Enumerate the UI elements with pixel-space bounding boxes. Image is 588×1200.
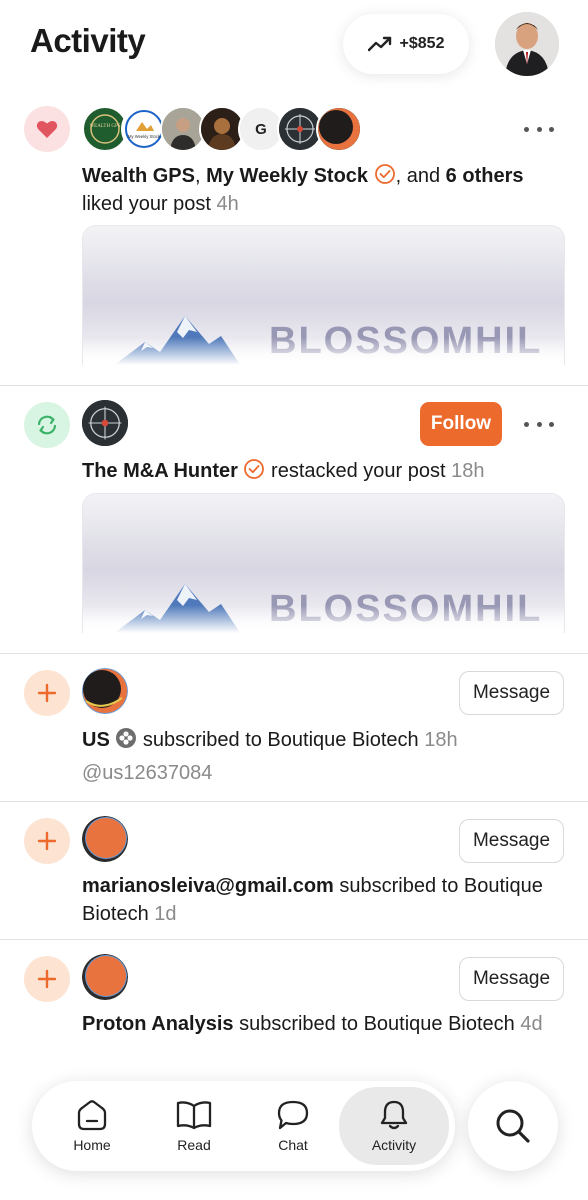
actor-name[interactable]: The M&A Hunter bbox=[82, 460, 238, 482]
profile-avatar[interactable] bbox=[495, 12, 559, 76]
avatar-default-orange[interactable] bbox=[82, 954, 128, 1000]
heart-icon bbox=[24, 106, 70, 152]
actor-name[interactable]: My Weekly Stock bbox=[206, 165, 368, 187]
page-title: Activity bbox=[30, 22, 146, 59]
subscriber-avatar bbox=[82, 816, 128, 862]
timestamp: 18h bbox=[424, 729, 458, 751]
more-options-icon[interactable] bbox=[524, 121, 554, 137]
actor-name[interactable]: US bbox=[82, 729, 110, 751]
action-text: subscribed to Boutique Biotech bbox=[233, 1013, 521, 1035]
restack-icon bbox=[24, 402, 70, 448]
avatar-text: G bbox=[255, 121, 267, 138]
actor-name[interactable]: Proton Analysis bbox=[82, 1013, 234, 1035]
trending-up-icon bbox=[367, 36, 391, 52]
header: Activity +$852 bbox=[0, 0, 588, 90]
more-options-icon[interactable] bbox=[524, 416, 554, 432]
chat-icon bbox=[277, 1100, 309, 1130]
plus-icon bbox=[24, 956, 70, 1002]
message-button[interactable]: Message bbox=[459, 671, 564, 715]
activity-text: Wealth GPS, My Weekly Stock , and 6 othe… bbox=[82, 162, 562, 218]
activity-item-restack[interactable]: Follow The M&A Hunter restacked your pos… bbox=[0, 386, 588, 654]
liker-avatars: WEALTH GPS My Weekly Stock G bbox=[82, 106, 362, 152]
avatar-text: My Weekly Stock bbox=[128, 134, 161, 139]
restacker-avatar bbox=[82, 400, 128, 446]
follow-button[interactable]: Follow bbox=[420, 402, 502, 446]
nav-chat[interactable]: Chat bbox=[251, 1087, 335, 1165]
verified-icon bbox=[244, 459, 265, 479]
nav-read[interactable]: Read bbox=[152, 1087, 236, 1165]
message-button[interactable]: Message bbox=[459, 957, 564, 1001]
activity-item-subscribe[interactable]: Message marianosleiva@gmail.com subscrib… bbox=[0, 802, 588, 940]
timestamp: 18h bbox=[451, 460, 485, 482]
avatar-us[interactable] bbox=[82, 668, 128, 714]
avatar-text: WEALTH GPS bbox=[89, 124, 120, 129]
message-button[interactable]: Message bbox=[459, 819, 564, 863]
actor-name[interactable]: marianosleiva@gmail.com bbox=[82, 875, 334, 897]
flower-badge-icon bbox=[116, 728, 137, 748]
subscriber-avatar bbox=[82, 668, 128, 714]
plus-icon bbox=[24, 818, 70, 864]
nav-read-label: Read bbox=[177, 1137, 211, 1153]
profile-photo bbox=[495, 12, 559, 76]
activity-text: Proton Analysis subscribed to Boutique B… bbox=[82, 1010, 562, 1038]
action-text: restacked your post bbox=[265, 460, 452, 482]
action-text: liked your post bbox=[82, 193, 217, 215]
book-icon bbox=[176, 1101, 212, 1130]
actor-name[interactable]: Wealth GPS bbox=[82, 165, 195, 187]
avatar-default-orange[interactable] bbox=[82, 816, 128, 862]
search-button[interactable] bbox=[468, 1081, 558, 1171]
subscriber-avatar bbox=[82, 954, 128, 1000]
activity-text: marianosleiva@gmail.com subscribed to Bo… bbox=[82, 872, 562, 928]
activity-item-like[interactable]: WEALTH GPS My Weekly Stock G Wealth GPS,… bbox=[0, 90, 588, 386]
verified-icon bbox=[374, 164, 395, 184]
activity-item-subscribe[interactable]: Message US subscribed to Boutique Biotec… bbox=[0, 654, 588, 802]
others-count[interactable]: 6 others bbox=[446, 165, 524, 187]
preview-fade bbox=[83, 337, 564, 365]
nav-home-label: Home bbox=[73, 1137, 111, 1153]
search-icon bbox=[496, 1109, 530, 1143]
bottom-nav: Home Read Chat Activity bbox=[32, 1081, 455, 1171]
action-text: subscribed to Boutique Biotech bbox=[137, 729, 425, 751]
nav-activity[interactable]: Activity bbox=[339, 1087, 449, 1165]
plus-icon bbox=[24, 670, 70, 716]
earnings-amount: +$852 bbox=[399, 35, 445, 52]
preview-fade bbox=[83, 605, 564, 633]
conjunction: , and bbox=[395, 165, 446, 187]
timestamp: 4d bbox=[520, 1013, 543, 1035]
activity-text: US subscribed to Boutique Biotech 18h bbox=[82, 726, 562, 754]
activity-text: The M&A Hunter restacked your post 18h bbox=[82, 457, 562, 485]
home-icon bbox=[77, 1100, 107, 1131]
earnings-button[interactable]: +$852 bbox=[343, 14, 469, 74]
bell-icon bbox=[380, 1100, 408, 1130]
avatar-ma-hunter[interactable] bbox=[82, 400, 128, 446]
nav-home[interactable]: Home bbox=[50, 1087, 134, 1165]
post-preview[interactable]: BLOSSOMHIL bbox=[82, 225, 565, 365]
timestamp: 4h bbox=[216, 193, 239, 215]
timestamp: 1d bbox=[154, 903, 177, 925]
nav-activity-label: Activity bbox=[371, 1137, 417, 1153]
nav-chat-label: Chat bbox=[278, 1137, 308, 1153]
user-handle: @us12637084 bbox=[82, 762, 213, 784]
avatar-orange-dark[interactable] bbox=[316, 106, 362, 152]
post-preview[interactable]: BLOSSOMHIL bbox=[82, 493, 565, 633]
separator: , bbox=[195, 165, 207, 187]
